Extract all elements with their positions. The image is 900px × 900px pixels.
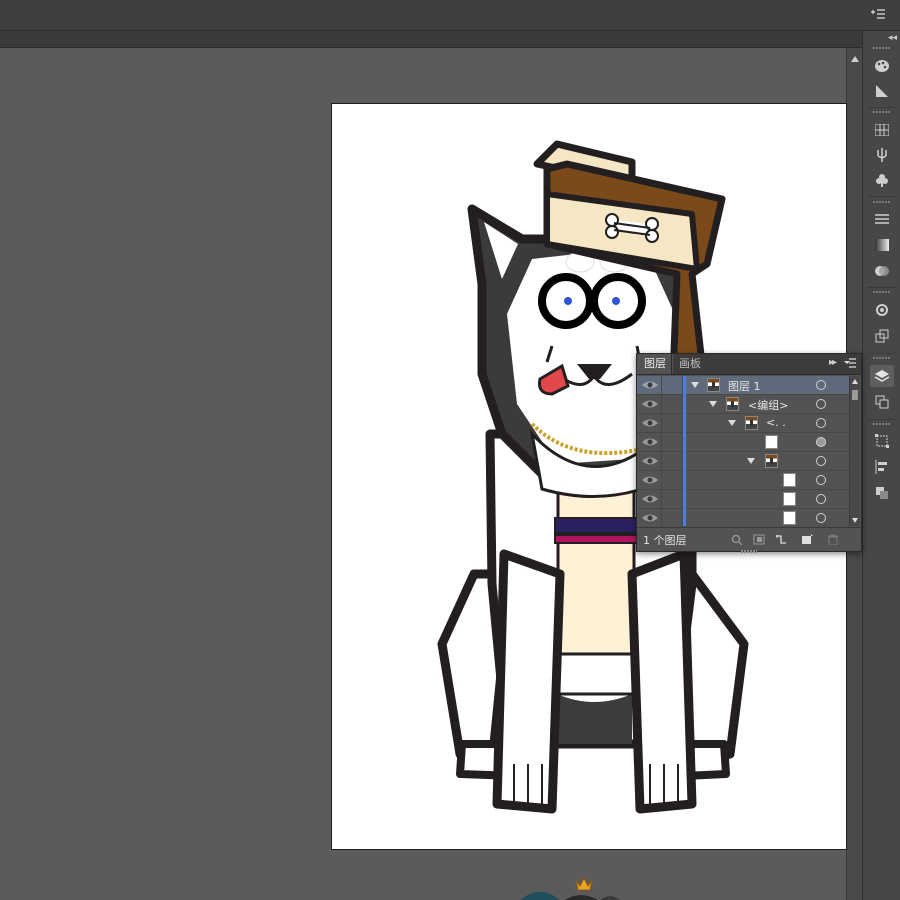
layer-row[interactable] [637,471,849,490]
application-bar [0,0,900,31]
graphic-styles-icon[interactable] [870,325,894,347]
target-circle-icon[interactable] [816,418,826,428]
delete-layer-icon[interactable] [827,534,839,545]
visibility-eye-icon[interactable] [641,398,659,410]
expand-panel-icon[interactable]: ▸▸ [829,357,837,368]
visibility-eye-icon[interactable] [641,474,659,486]
lock-toggle[interactable] [661,433,683,452]
scroll-up-arrow-icon[interactable] [851,56,859,62]
swatches-icon[interactable] [870,119,894,141]
disclosure-triangle-icon[interactable] [728,420,736,426]
layer-count: 1 个图层 [643,534,687,547]
layer-color-bar [683,471,686,490]
lock-toggle[interactable] [661,376,683,395]
document-tab-strip [0,31,862,48]
target-circle-icon[interactable] [816,437,826,447]
gradient-icon[interactable] [870,80,894,102]
layers-scrollbar[interactable] [849,376,860,526]
target-circle-icon[interactable] [816,475,826,485]
gradient-panel-icon[interactable] [870,234,894,256]
dock-grip[interactable] [873,47,891,49]
target-circle-icon[interactable] [816,399,826,409]
layer-thumbnail [783,473,796,487]
create-sublayer-icon[interactable] [775,534,787,545]
layer-color-bar [683,395,686,414]
symbols-icon[interactable] [870,169,894,191]
layer-row[interactable] [637,452,849,471]
layer-thumbnail [726,397,739,411]
appearance-icon[interactable] [870,299,894,321]
layer-color-bar [683,376,686,395]
disclosure-triangle-icon[interactable] [747,458,755,464]
target-circle-icon[interactable] [816,456,826,466]
layer-thumbnail [765,435,778,449]
align-icon[interactable] [870,456,894,478]
scroll-down-icon[interactable] [852,518,858,523]
lock-toggle[interactable] [661,471,683,490]
layers-list: 图层 1 <编组> <. . [637,376,849,526]
visibility-eye-icon[interactable] [641,493,659,505]
visibility-eye-icon[interactable] [641,455,659,467]
lock-toggle[interactable] [661,395,683,414]
layer-thumbnail [783,511,796,525]
panel-resize-grip[interactable] [741,550,757,553]
scroll-thumb[interactable] [852,390,858,400]
layers-panel-tabbar: 图层 画板 ▸▸ [637,354,861,375]
layer-thumbnail [783,492,796,506]
locate-object-icon[interactable] [731,534,743,545]
lock-toggle[interactable] [661,452,683,471]
collapse-dock-icon[interactable]: ◂◂ [888,33,897,43]
layer-row[interactable] [637,509,849,526]
layer-thumbnail [765,454,778,468]
artboards-icon[interactable] [870,391,894,413]
tab-layers[interactable]: 图层 [637,354,673,374]
palette-icon[interactable] [870,55,894,77]
create-new-layer-icon[interactable] [801,534,813,545]
transparency-icon[interactable] [870,260,894,282]
layers-icon[interactable] [870,365,894,387]
visibility-eye-icon[interactable] [641,512,659,524]
target-circle-icon[interactable] [816,380,826,390]
target-circle-icon[interactable] [816,513,826,523]
lock-toggle[interactable] [661,414,683,433]
lock-toggle[interactable] [661,509,683,526]
layer-color-bar [683,452,686,471]
visibility-eye-icon[interactable] [641,436,659,448]
layer-color-bar [683,433,686,452]
disclosure-triangle-icon[interactable] [691,382,699,388]
layer-name[interactable]: <编组> [748,397,788,413]
layers-panel: 图层 画板 ▸▸ 图层 1 <编组> <. . 1 个图层 [636,353,862,553]
stroke-icon[interactable] [870,208,894,230]
visibility-eye-icon[interactable] [641,417,659,429]
scroll-up-icon[interactable] [852,379,858,384]
layer-name[interactable]: 图层 1 [728,378,761,394]
lock-toggle[interactable] [661,490,683,509]
layer-thumbnail [707,378,720,392]
layer-row[interactable]: <. . [637,414,849,433]
panel-menu-icon[interactable] [843,357,857,369]
brushes-icon[interactable] [870,144,894,166]
layer-color-bar [683,490,686,509]
make-clipping-mask-icon[interactable] [753,534,765,545]
layer-thumbnail [745,416,758,430]
layer-color-bar [683,414,686,433]
layers-panel-footer: 1 个图层 [637,527,861,552]
layer-name[interactable]: <. . [766,416,786,429]
pathfinder-icon[interactable] [870,482,894,504]
visibility-eye-icon[interactable] [641,379,659,391]
layer-row[interactable] [637,433,849,452]
transform-icon[interactable] [870,430,894,452]
vip-badge-icon [520,876,620,900]
layer-row[interactable]: 图层 1 [637,376,849,395]
right-panel-dock: ◂◂ [862,31,900,900]
target-circle-icon[interactable] [816,494,826,504]
layer-row[interactable]: <编组> [637,395,849,414]
workspace-menu-icon[interactable] [870,7,886,21]
layer-color-bar [683,509,686,526]
tab-artboards[interactable]: 画板 [671,354,708,374]
layer-row[interactable] [637,490,849,509]
disclosure-triangle-icon[interactable] [709,401,717,407]
